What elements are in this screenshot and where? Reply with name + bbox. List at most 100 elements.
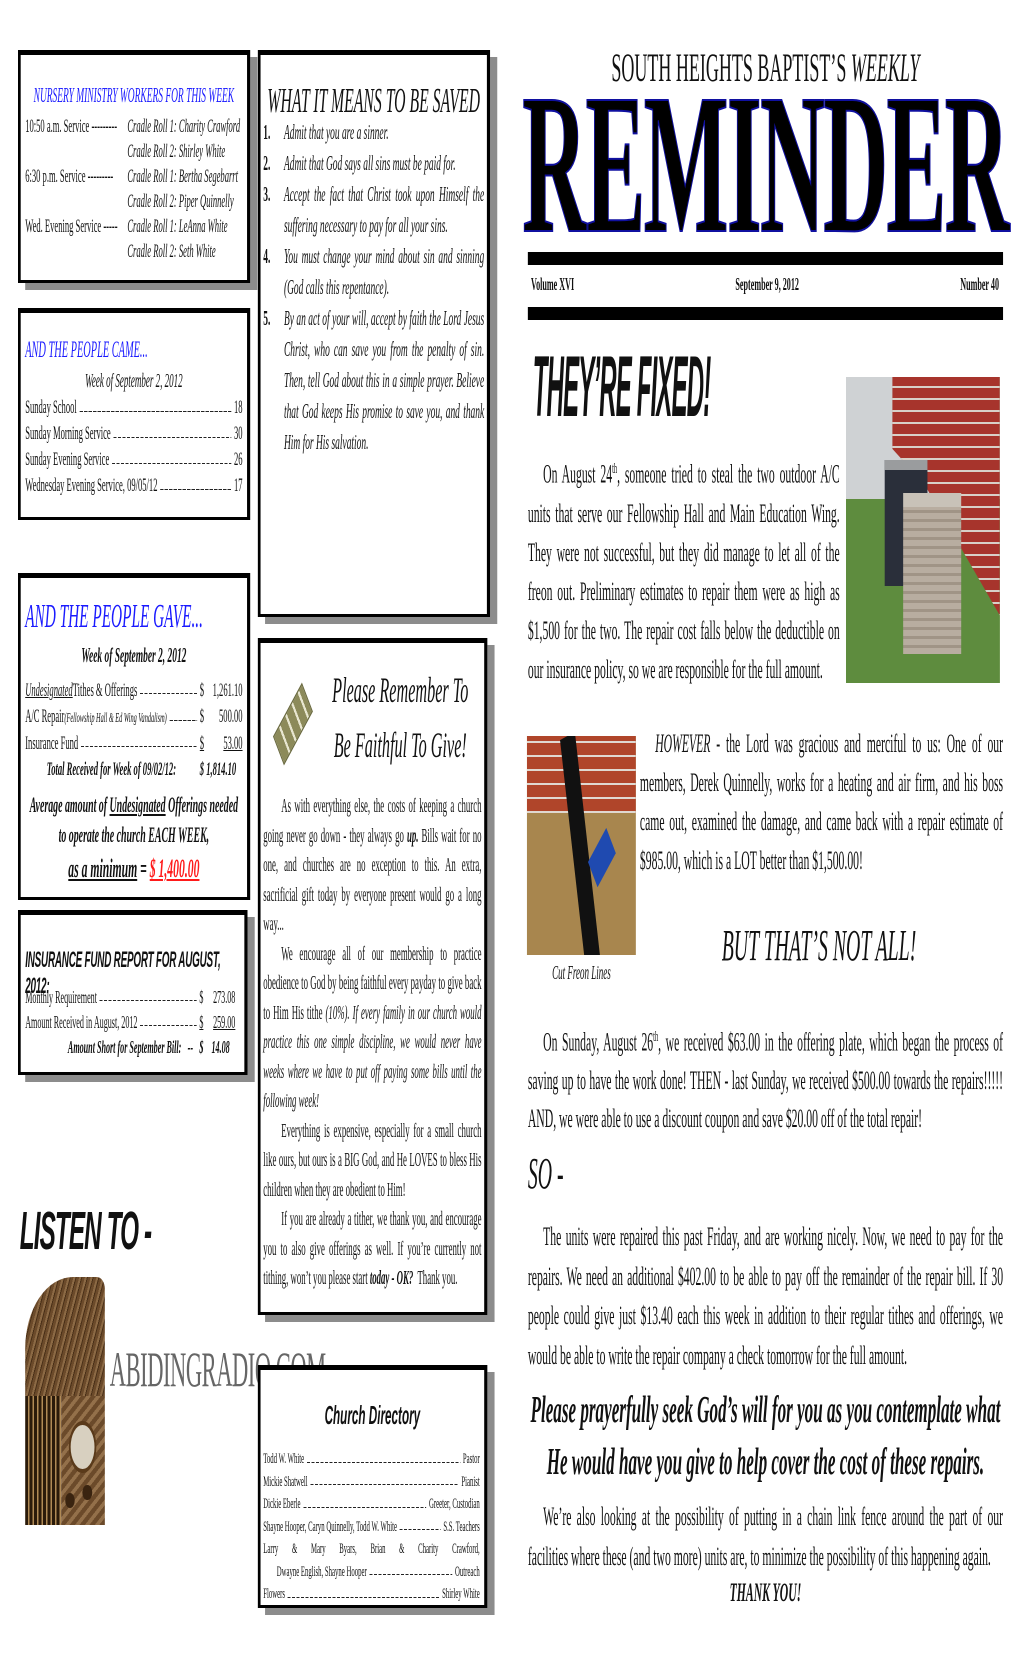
row-label: Monthly Requirement <box>25 987 97 1007</box>
directory-entry: Mickie Shatwell Pianist <box>263 1471 479 1494</box>
masthead-rule-top <box>527 252 1004 265</box>
text: HOWEVER - <box>655 729 726 758</box>
avg-line1: Average amount of Undesignated Offerings… <box>21 790 247 820</box>
article-subhead: BUT THAT’S NOT ALL! <box>721 921 917 970</box>
nursery-row: 6:30 p.m. Service --------- Cradle Roll 1… <box>25 164 240 214</box>
leader <box>399 1529 441 1531</box>
directory-entry: Todd W. White Pastor <box>263 1448 479 1471</box>
total-amount: $ 1,814.10 <box>199 758 237 780</box>
text: On August 24 <box>543 459 613 489</box>
row-count: 18 <box>234 397 243 418</box>
saved-item: 5. By an act of your will, accept by fait… <box>263 303 484 458</box>
leader <box>79 410 232 412</box>
item-text: Accept the fact that Christ took upon Hi… <box>283 182 485 237</box>
text: THEY’RE FIXED! <box>532 339 711 435</box>
amount: 273.08 <box>213 987 236 1007</box>
issue-date: September 9, 2012 <box>735 274 799 294</box>
currency: $ <box>199 1012 204 1032</box>
leader <box>310 1484 459 1486</box>
text: = <box>137 854 150 883</box>
row-label: Tithes & Offerings <box>72 680 138 701</box>
insurance-box: INSURANCE FUND REPORT FOR AUGUST, 2012: … <box>18 910 248 1075</box>
item-text: Admit that God says all sins must be pai… <box>283 151 456 175</box>
entry-role: Pastor <box>462 1451 480 1467</box>
volume: Volume XVI <box>531 274 575 294</box>
saved-box: WHAT IT MEANS TO BE SAVED 1. Admit that y… <box>257 50 491 617</box>
giving-minimum-note: Average amount of Undesignated Offerings… <box>21 790 247 888</box>
avg-line3: as a minimum = $ 1,400.00 <box>21 850 247 888</box>
worker: Cradle Roll 1: LeAnna White <box>127 216 228 237</box>
text: today - OK? <box>369 1268 414 1289</box>
giving-row: Insurance Fund $53.00 <box>25 731 242 757</box>
attendance-row: Sunday School 18 <box>25 395 242 421</box>
row-label: Insurance Fund <box>25 733 79 754</box>
row-label-em: Undesignated <box>25 680 73 701</box>
total-label: Total Received for Week of 09/02/12: <box>46 758 177 780</box>
article-appeal: Please prayerfully seek God’s will for y… <box>530 1389 1001 1483</box>
listen-heading: LISTEN TO - <box>19 1201 152 1261</box>
giving-title: AND THE PEOPLE GAVE... <box>25 598 203 635</box>
directory-entry: Dwayne English, Shayne Hooper Outreach <box>263 1561 480 1584</box>
outreach-names: Larry & Mary Byars, Brian & Charity Craw… <box>263 1541 480 1557</box>
ac-units-photo <box>846 377 1000 683</box>
avg-line2: to operate the church EACH WEEK, <box>58 822 210 847</box>
currency: $ <box>199 733 205 754</box>
masthead-info: Volume XVI September 9, 2012 Number 40 <box>531 274 999 295</box>
saved-item: 4. You must change your mind about sin an… <box>263 241 484 303</box>
directory-entry: Dickie Eberle Greeter, Custodian <box>263 1493 479 1516</box>
entry-name: Flowers <box>263 1586 286 1602</box>
entry-role: Pianist <box>461 1473 480 1490</box>
worker: Cradle Roll 2: Piper Quinnelly <box>127 191 234 212</box>
insurance-short: Amount Short for September Bill: -- $ 14.0… <box>25 1035 235 1060</box>
insurance-row: Amount Received in August, 2012 $259.00 <box>25 1010 235 1035</box>
article-paragraph-3: On Sunday, August 26th, we received $63.… <box>528 1018 1003 1138</box>
giving-total: Total Received for Week of 09/02/12: $ 1,… <box>25 757 242 783</box>
row-note: (Fellowship Hall & Ed Wing Vandalism) <box>64 710 167 726</box>
item-number: 4. <box>263 244 271 268</box>
service-label: Wed. Evening Service ----- <box>25 216 118 237</box>
row-label: Sunday School <box>25 397 77 418</box>
currency: $ <box>199 680 205 701</box>
insurance-row: Monthly Requirement $273.08 <box>25 985 235 1010</box>
worker: Cradle Roll 2: Seth White <box>127 241 216 262</box>
give-title: Please Remember To Be Faithful To Give! <box>313 663 488 773</box>
attendance-rows: Sunday School 18 Sunday Morning Service 30… <box>25 395 242 499</box>
row-label: Amount Received in August, 2012 <box>25 1012 138 1032</box>
saved-list: 1. Admit that you are a sinner. 2. Admit t… <box>263 117 484 458</box>
text: Thank you. <box>413 1268 458 1289</box>
nursery-row: 10:50 a.m. Service --------- Cradle Roll … <box>25 114 240 164</box>
text: , someone tried to steal the two outdoor… <box>527 459 840 684</box>
item-number: 2. <box>263 151 271 175</box>
leader <box>306 1461 461 1463</box>
masthead-title: REMINDER <box>522 54 1010 275</box>
give-box: Please Remember To Be Faithful To Give! … <box>257 638 488 1315</box>
leader <box>140 1025 197 1026</box>
short-amount: $ 14.08 <box>199 1037 230 1057</box>
saved-item: 3. Accept the fact that Christ took upon … <box>263 179 484 241</box>
entry-name: Dickie Eberle <box>263 1496 301 1512</box>
directory-list: Todd W. White Pastor Mickie Shatwell Piani… <box>263 1448 479 1606</box>
text: Offerings needed <box>165 792 239 817</box>
row-count: 30 <box>234 423 243 444</box>
thank-you: THANK YOU! <box>729 1578 802 1607</box>
leader <box>113 436 232 438</box>
entry-name: Shayne Hooper, Caryn Quinnelly, Todd W. … <box>263 1518 397 1535</box>
directory-entry: Shayne Hooper, Caryn Quinnelly, Todd W. … <box>263 1516 479 1539</box>
attendance-row: Sunday Morning Service 30 <box>25 421 242 447</box>
give-paragraph: If you are already a tither, we thank yo… <box>263 1205 481 1294</box>
row-count: 17 <box>234 475 243 496</box>
item-text: You must change your mind about sin and … <box>283 244 485 299</box>
amount: 1,261.10 <box>212 680 243 701</box>
item-number: 5. <box>263 306 271 330</box>
minimum-amount: $ 1,400.00 <box>149 854 200 883</box>
nursery-box: NURSERY MINISTRY WORKERS FOR THIS WEEK 1… <box>18 50 251 283</box>
worker: Cradle Roll 1: Bertha Segebarrt <box>127 166 239 187</box>
service-label: 6:30 p.m. Service --------- <box>25 166 114 187</box>
entry-name: Todd W. White <box>263 1451 305 1467</box>
give-paragraph: We encourage all of our membership to pr… <box>263 940 481 1117</box>
giving-row: A/C Repair (Fellowship Hall & Ed Wing Va… <box>25 704 242 732</box>
row-label: Sunday Morning Service <box>25 423 111 444</box>
amount: 500.00 <box>219 705 243 727</box>
currency: $ <box>199 987 204 1007</box>
saved-item: 2. Admit that God says all sins must be p… <box>263 148 484 179</box>
